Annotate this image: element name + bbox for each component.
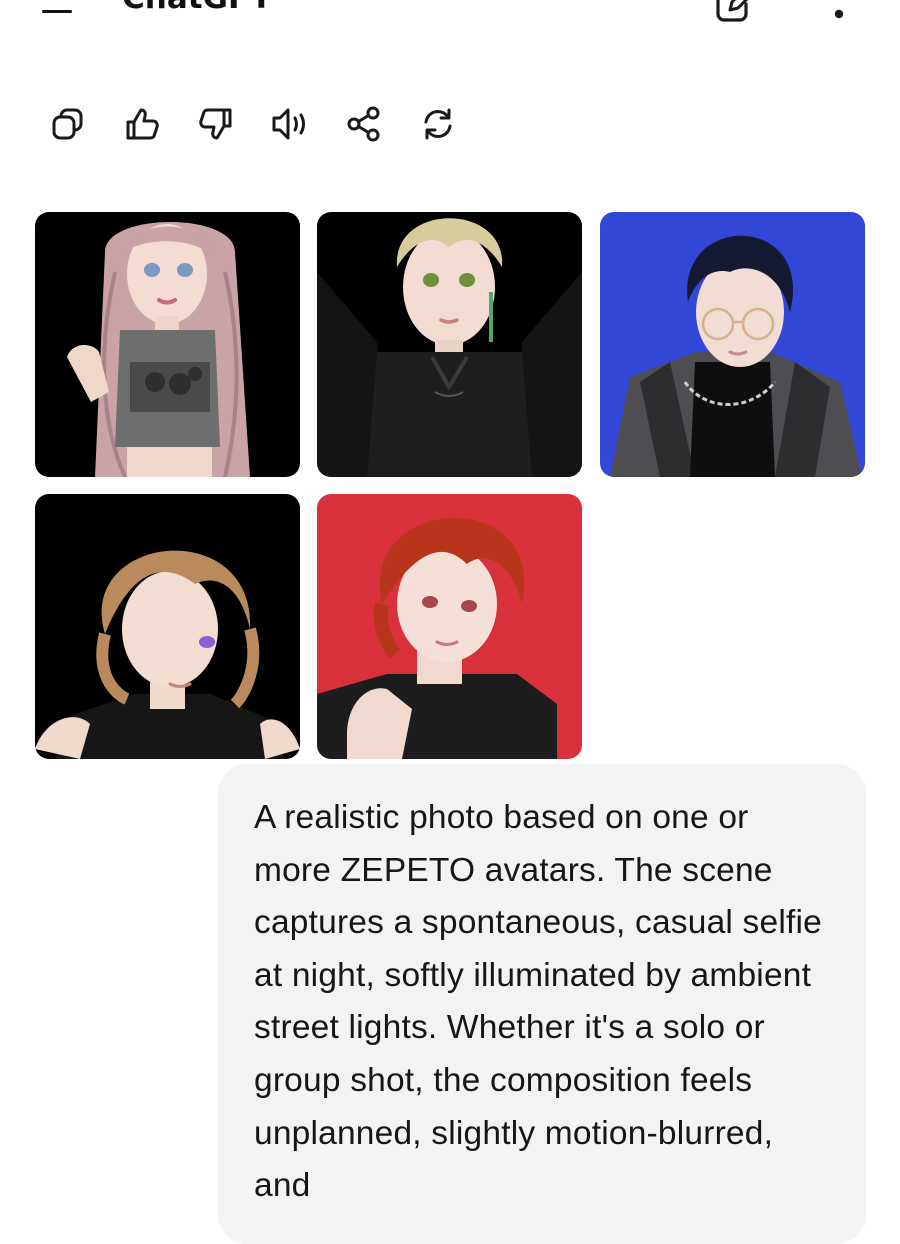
read-aloud-button[interactable] [260,92,320,156]
avatar-image-blonde-hair[interactable] [317,212,582,477]
avatar-brown-hair-illustration [35,494,300,759]
user-message-bubble: A realistic photo based on one or more Z… [218,764,866,1244]
avatar-glasses-navy-hair-illustration [600,212,865,477]
message-actions [0,92,900,156]
regenerate-icon [424,108,452,140]
more-vertical-icon [834,9,844,19]
edit-icon [716,0,749,22]
copy-button[interactable] [38,92,98,156]
thumbs-down-icon [199,108,232,140]
like-button[interactable] [112,92,172,156]
app-title: ChatGPT [122,0,272,16]
avatar-pink-hair-illustration [35,212,300,477]
avatar-red-hair-illustration [317,494,582,759]
thumbs-up-icon [126,108,159,140]
avatar-image-red-hair[interactable] [317,494,582,759]
avatar-image-glasses[interactable] [600,212,865,477]
menu-icon [42,10,72,13]
new-chat-button[interactable] [710,0,754,24]
top-bar: ChatGPT [0,0,900,40]
avatar-image-pink-hair[interactable] [35,212,300,477]
avatar-image-brown-hair[interactable] [35,494,300,759]
avatar-blonde-hair-illustration [317,212,582,477]
speaker-icon [272,108,305,140]
copy-icon [52,108,83,140]
more-options-button[interactable] [822,0,856,28]
dislike-button[interactable] [186,92,246,156]
menu-button[interactable] [38,0,82,20]
share-button[interactable] [334,92,394,156]
user-message-text: A realistic photo based on one or more Z… [254,799,822,1205]
regenerate-button[interactable] [408,92,468,156]
share-icon [347,106,380,142]
